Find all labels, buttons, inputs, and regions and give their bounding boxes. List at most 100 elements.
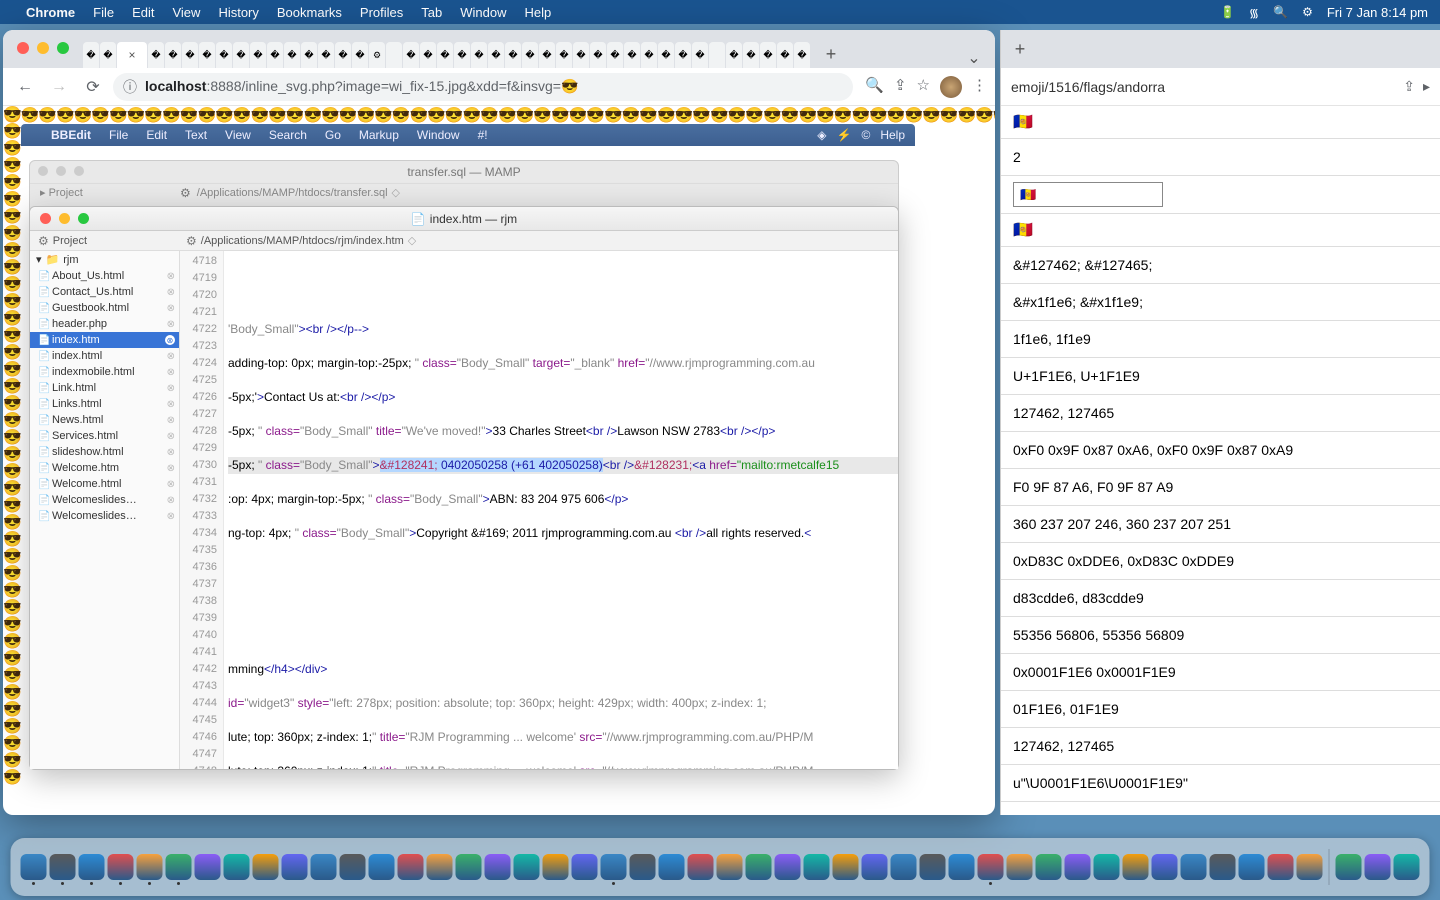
- dock-app[interactable]: [862, 854, 888, 880]
- close-file-icon[interactable]: ⊗: [167, 479, 175, 490]
- battery-icon[interactable]: 🔋: [1220, 5, 1235, 19]
- browser-tab[interactable]: ×: [117, 42, 147, 68]
- dock-app[interactable]: [195, 854, 221, 880]
- tab-list-dropdown[interactable]: ⌄: [961, 48, 987, 68]
- dock-app[interactable]: [1094, 854, 1120, 880]
- gear-icon[interactable]: ⚙: [180, 186, 191, 200]
- browser-tab[interactable]: �: [777, 42, 793, 68]
- zoom-icon[interactable]: 🔍: [865, 76, 884, 98]
- sidebar-file[interactable]: 📄Welcome.html⊗: [30, 476, 179, 492]
- browser-tab[interactable]: �: [505, 42, 521, 68]
- browser-tab[interactable]: �: [590, 42, 606, 68]
- overflow-icon[interactable]: ▸: [1423, 78, 1430, 95]
- chrome-menu-icon[interactable]: ⋮: [972, 76, 987, 98]
- browser-tab[interactable]: �: [794, 42, 810, 68]
- close-file-icon[interactable]: ⊗: [167, 303, 175, 314]
- dock-app[interactable]: [688, 854, 714, 880]
- bbedit-menu-text[interactable]: Text: [185, 128, 207, 142]
- code-line[interactable]: [228, 627, 898, 644]
- code-line[interactable]: [228, 678, 898, 695]
- dock-app[interactable]: [891, 854, 917, 880]
- sidebar-file[interactable]: 📄Links.html⊗: [30, 396, 179, 412]
- menu-help[interactable]: Help: [525, 5, 552, 20]
- close-file-icon[interactable]: ⊗: [167, 447, 175, 458]
- share-icon[interactable]: ⇪: [894, 76, 907, 98]
- sidebar-file[interactable]: 📄index.html⊗: [30, 348, 179, 364]
- dock-app[interactable]: [949, 854, 975, 880]
- close-file-icon[interactable]: ⊗: [167, 463, 175, 474]
- code-line[interactable]: -5px; " class="Body_Small">&#128241; 040…: [228, 457, 898, 474]
- sidebar-file[interactable]: 📄Contact_Us.html⊗: [30, 284, 179, 300]
- sidebar-file[interactable]: 📄header.php⊗: [30, 316, 179, 332]
- dock-app[interactable]: [253, 854, 279, 880]
- address-bar[interactable]: ⓘ localhost:8888/inline_svg.php?image=wi…: [113, 73, 853, 101]
- code-line[interactable]: -5px;'>Contact Us at:<br /></p>: [228, 389, 898, 406]
- proj-close-button[interactable]: [40, 213, 51, 224]
- bbedit-menu-view[interactable]: View: [225, 128, 251, 142]
- browser-tab[interactable]: �: [658, 42, 674, 68]
- browser-tab[interactable]: �: [607, 42, 623, 68]
- sidebar-file[interactable]: 📄indexmobile.html⊗: [30, 364, 179, 380]
- code-line[interactable]: adding-top: 0px; margin-top:-25px; " cla…: [228, 355, 898, 372]
- close-file-icon[interactable]: ⊗: [167, 319, 175, 330]
- sidebar-file[interactable]: 📄slideshow.html⊗: [30, 444, 179, 460]
- browser-tab[interactable]: �: [573, 42, 589, 68]
- browser-tab[interactable]: �: [488, 42, 504, 68]
- menu-tab[interactable]: Tab: [421, 5, 442, 20]
- dock-app[interactable]: [630, 854, 656, 880]
- code-line[interactable]: [228, 542, 898, 559]
- browser-tab[interactable]: �: [335, 42, 351, 68]
- browser-tab[interactable]: �: [420, 42, 436, 68]
- code-line[interactable]: lute; top: 360px; z-index: 1;" title="RJ…: [228, 729, 898, 746]
- bbedit-tool-copyright-icon[interactable]: ©: [861, 128, 870, 142]
- code-line[interactable]: mming</h4></div>: [228, 661, 898, 678]
- browser-tab[interactable]: �: [437, 42, 453, 68]
- dock-app[interactable]: [1394, 854, 1420, 880]
- bbedit-menu-markup[interactable]: Markup: [359, 128, 399, 142]
- dock-app[interactable]: [601, 854, 627, 880]
- menu-profiles[interactable]: Profiles: [360, 5, 403, 20]
- browser-tab[interactable]: �: [675, 42, 691, 68]
- sidebar-file[interactable]: 📄Services.html⊗: [30, 428, 179, 444]
- bookmark-icon[interactable]: ☆: [917, 76, 930, 98]
- bbedit-menu-window[interactable]: Window: [417, 128, 460, 142]
- close-file-icon[interactable]: ⊗: [167, 399, 175, 410]
- new-tab-button[interactable]: +: [1007, 39, 1033, 60]
- sidebar-file[interactable]: 📄Welcome.htm⊗: [30, 460, 179, 476]
- close-file-icon[interactable]: ⊗: [167, 511, 175, 522]
- editor-gear-icon[interactable]: ⚙: [186, 234, 197, 248]
- disclosure-triangle-icon[interactable]: ▾: [36, 253, 42, 266]
- browser-tab[interactable]: �: [641, 42, 657, 68]
- browser-tab[interactable]: �: [83, 42, 99, 68]
- browser-tab[interactable]: �: [301, 42, 317, 68]
- dock-app[interactable]: [572, 854, 598, 880]
- code-line[interactable]: ng-top: 4px; " class="Body_Small">Copyri…: [228, 525, 898, 542]
- browser-tab[interactable]: ⚙: [369, 42, 385, 68]
- browser-tab[interactable]: �: [267, 42, 283, 68]
- close-button[interactable]: [17, 42, 29, 54]
- close-file-icon[interactable]: ⊗: [165, 335, 175, 345]
- dock-app[interactable]: [746, 854, 772, 880]
- browser-tab[interactable]: �: [539, 42, 555, 68]
- profile-avatar[interactable]: [940, 76, 962, 98]
- browser-tab[interactable]: �: [403, 42, 419, 68]
- browser-tab[interactable]: �: [471, 42, 487, 68]
- browser-tab[interactable]: �: [100, 42, 116, 68]
- dock-app[interactable]: [514, 854, 540, 880]
- code-line[interactable]: [228, 593, 898, 610]
- code-line[interactable]: [228, 644, 898, 661]
- close-file-icon[interactable]: ⊗: [167, 415, 175, 426]
- browser-tab[interactable]: ️: [709, 42, 725, 68]
- dock-app[interactable]: [1365, 854, 1391, 880]
- wifi-icon[interactable]: ᯾: [1249, 4, 1259, 21]
- browser-tab[interactable]: �: [233, 42, 249, 68]
- code-line[interactable]: [228, 372, 898, 389]
- dock-app[interactable]: [311, 854, 337, 880]
- dock-app[interactable]: [108, 854, 134, 880]
- menu-view[interactable]: View: [172, 5, 200, 20]
- dock-app[interactable]: [1239, 854, 1265, 880]
- code-line[interactable]: [228, 338, 898, 355]
- browser-tab[interactable]: �: [726, 42, 742, 68]
- bbedit-menu-search[interactable]: Search: [269, 128, 307, 142]
- dock-app[interactable]: [1336, 854, 1362, 880]
